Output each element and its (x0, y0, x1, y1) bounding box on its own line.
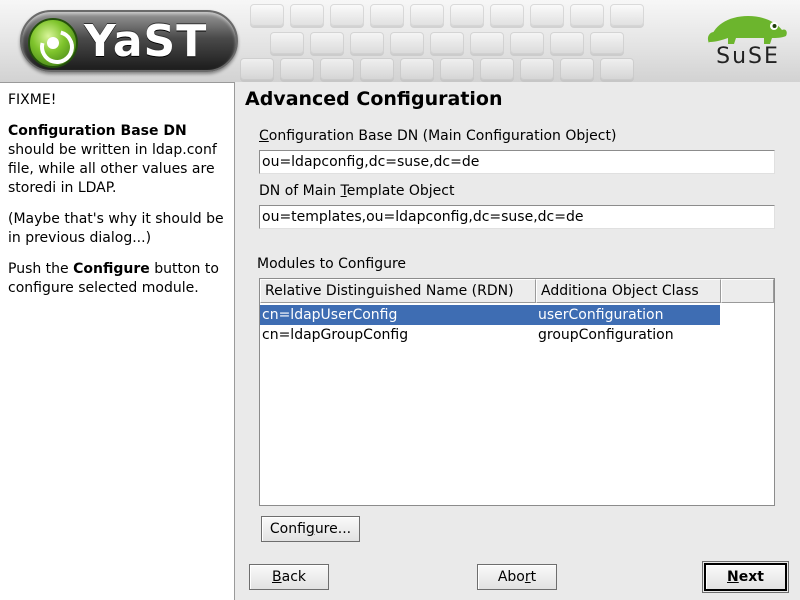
table-row[interactable]: cn=ldapUserConfig userConfiguration (260, 305, 720, 325)
modules-table[interactable]: Relative Distinguished Name (RDN) Additi… (259, 278, 775, 506)
yast-orb-icon (28, 18, 78, 68)
help-paragraph: (Maybe that's why it should be in previo… (8, 211, 224, 246)
help-heading: FIXME! (8, 92, 57, 108)
yast-logo-text: YaST (84, 16, 208, 67)
help-paragraph: Push the Configure button to configure s… (8, 260, 226, 298)
help-panel: FIXME! Configuration Base DN should be w… (0, 82, 235, 600)
configure-button[interactable]: Configure... (261, 516, 360, 542)
chameleon-icon (708, 16, 787, 44)
template-dn-label: DN of Main Template Object (259, 183, 455, 199)
table-header: Relative Distinguished Name (RDN) Additi… (260, 279, 774, 303)
keyboard-decoration (240, 58, 634, 82)
template-dn-field[interactable]: ou=templates,ou=ldapconfig,dc=suse,dc=de (259, 205, 775, 229)
row-rdn: cn=ldapGroupConfig (262, 327, 409, 343)
yast-logo: YaST (20, 10, 238, 72)
next-button[interactable]: Next (702, 561, 789, 593)
help-text: Push the (8, 261, 74, 277)
table-row[interactable]: cn=ldapGroupConfig groupConfiguration (260, 325, 720, 345)
column-header-rdn[interactable]: Relative Distinguished Name (RDN) (260, 279, 536, 303)
column-header-empty (721, 279, 774, 303)
keyboard-decoration (270, 32, 624, 58)
modules-label: Modules to Configure (257, 256, 407, 272)
suse-logo: SuSE (706, 8, 790, 74)
help-paragraph: Configuration Base DN should be written … (8, 122, 226, 198)
column-header-object-class[interactable]: Additiona Object Class (536, 279, 721, 303)
help-bold-text: Configure (73, 261, 150, 277)
base-dn-field[interactable]: ou=ldapconfig,dc=suse,dc=de (259, 150, 775, 174)
page-title: Advanced Configuration (245, 88, 503, 110)
back-button[interactable]: Back (249, 564, 329, 590)
help-text: should be written in ldap.conf file, whi… (8, 142, 217, 196)
row-object-class: userConfiguration (538, 307, 664, 323)
keyboard-decoration (250, 4, 644, 30)
row-rdn: cn=ldapUserConfig (262, 307, 398, 323)
help-bold-text: Configuration Base DN (8, 123, 187, 139)
suse-logo-text: SuSE (716, 44, 780, 69)
header-banner: YaST SuSE (0, 0, 800, 82)
base-dn-label: Configuration Base DN (Main Configuratio… (259, 128, 617, 144)
abort-button[interactable]: Abort (477, 564, 557, 590)
row-object-class: groupConfiguration (538, 327, 674, 343)
